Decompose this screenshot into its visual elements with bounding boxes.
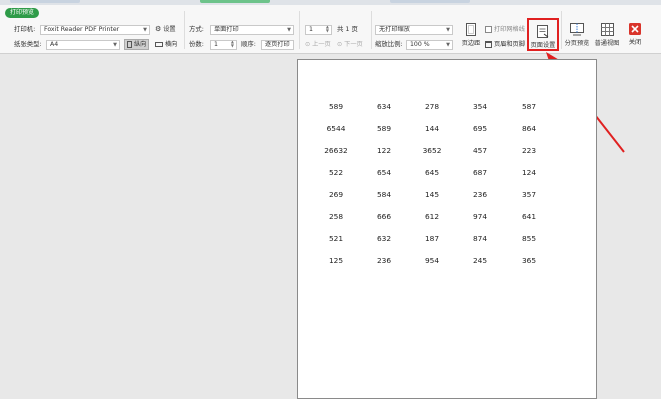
sheet-cell: 236	[376, 256, 392, 265]
sheet-cell: 874	[472, 234, 488, 243]
sheet-cell: 521	[328, 234, 344, 243]
sheet-cell: 954	[424, 256, 440, 265]
sheet-cell: 974	[472, 212, 488, 221]
sheet-cell: 26632	[324, 146, 348, 155]
sheet-cell: 223	[521, 146, 537, 155]
sheet-cell: 654	[376, 168, 392, 177]
sheet-cell: 634	[376, 102, 392, 111]
sheet-cell: 124	[521, 168, 537, 177]
sheet-cell: 258	[328, 212, 344, 221]
sheet-cell: 695	[472, 124, 488, 133]
sheet-cell: 584	[376, 190, 392, 199]
sheet-cell: 3652	[422, 146, 442, 155]
sheet-cell: 645	[424, 168, 440, 177]
sheet-cell: 144	[424, 124, 440, 133]
sheet-cell: 354	[472, 102, 488, 111]
sheet-cell: 357	[521, 190, 537, 199]
sheet-cell: 632	[376, 234, 392, 243]
sheet-cell: 125	[328, 256, 344, 265]
sheet-cell: 687	[472, 168, 488, 177]
sheet-cell: 522	[328, 168, 344, 177]
sheet-cell: 278	[424, 102, 440, 111]
sheet-cell: 589	[328, 102, 344, 111]
print-preview-page: 589 634 278 354 587 6544 589 144 695 864 26632 122 3…	[297, 59, 597, 399]
sheet-cell: 612	[424, 212, 440, 221]
sheet-cell: 864	[521, 124, 537, 133]
sheet-cell: 145	[424, 190, 440, 199]
sheet-cell: 589	[376, 124, 392, 133]
sheet-cell: 187	[424, 234, 440, 243]
sheet-cell: 236	[472, 190, 488, 199]
sheet-cell: 855	[521, 234, 537, 243]
sheet-cell: 641	[521, 212, 537, 221]
sheet-cell: 666	[376, 212, 392, 221]
sheet-cell: 365	[521, 256, 537, 265]
sheet-cell: 587	[521, 102, 537, 111]
sheet-cell: 122	[376, 146, 392, 155]
sheet-cell: 269	[328, 190, 344, 199]
sheet-cell: 245	[472, 256, 488, 265]
sheet-cell: 457	[472, 146, 488, 155]
sheet-cell: 6544	[326, 124, 346, 133]
